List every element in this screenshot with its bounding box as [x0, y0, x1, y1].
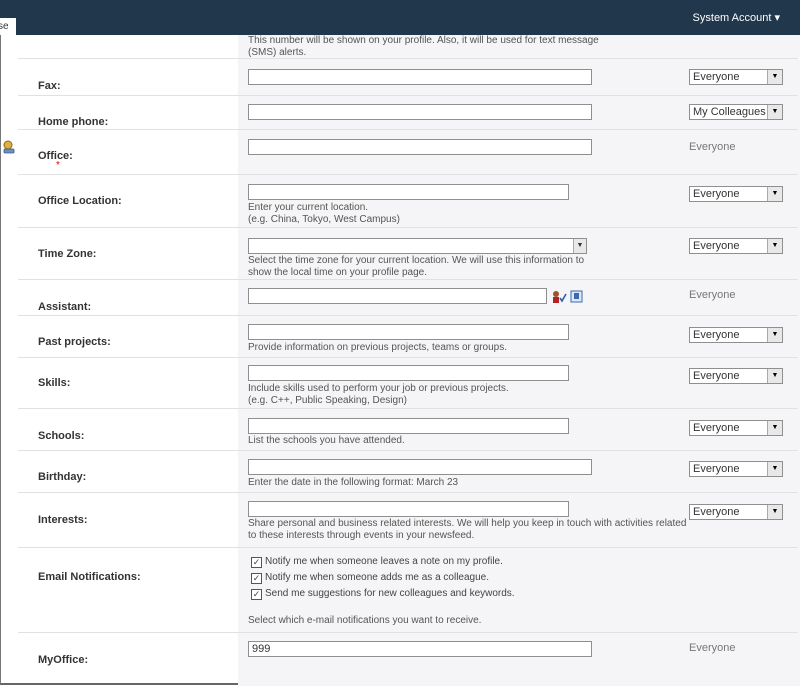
- chevron-down-icon: ▼: [767, 421, 782, 435]
- myoffice-input[interactable]: 999: [248, 641, 592, 657]
- row-time-zone: Time Zone: ▼ Select the time zone for yo…: [18, 227, 800, 280]
- notify-colleague-checkbox[interactable]: ✓ Notify me when someone adds me as a col…: [251, 572, 489, 584]
- past-projects-label: Past projects:: [38, 336, 111, 348]
- chevron-down-icon: ▼: [767, 369, 782, 383]
- chevron-down-icon: ▼: [573, 239, 586, 253]
- birthday-description: Enter the date in the following format: …: [248, 477, 459, 488]
- check-names-icon[interactable]: [551, 290, 567, 304]
- row-assistant: Assistant: Everyone: [18, 279, 800, 316]
- suggestions-checkbox[interactable]: ✓ Send me suggestions for new colleagues …: [251, 588, 515, 600]
- skills-description: Include skills used to perform your job …: [248, 383, 509, 406]
- notify-note-checkbox[interactable]: ✓ Notify me when someone leaves a note on…: [251, 556, 503, 568]
- row-email-notifications: Email Notifications: ✓ Notify me when som…: [18, 547, 800, 633]
- skills-privacy-select[interactable]: Everyone ▼: [689, 368, 783, 384]
- past-projects-input[interactable]: [248, 324, 569, 340]
- skills-input[interactable]: [248, 365, 569, 381]
- office-location-privacy-select[interactable]: Everyone ▼: [689, 186, 783, 202]
- schools-privacy-select[interactable]: Everyone ▼: [689, 420, 783, 436]
- email-notifications-description: Select which e-mail notifications you wa…: [248, 615, 482, 626]
- ribbon-tab[interactable]: se: [0, 18, 16, 36]
- office-input[interactable]: [248, 139, 592, 155]
- row-birthday: Birthday: Enter the date in the followin…: [18, 450, 800, 493]
- required-asterisk: *: [56, 160, 60, 171]
- myoffice-privacy: Everyone: [689, 642, 736, 654]
- time-zone-description: Select the time zone for your current lo…: [248, 255, 585, 278]
- office-location-label: Office Location:: [38, 195, 122, 207]
- row-mobile-phone: This number will be shown on your profil…: [18, 35, 800, 58]
- interests-privacy-select[interactable]: Everyone ▼: [689, 504, 783, 520]
- interests-description: Share personal and business related inte…: [248, 518, 687, 541]
- schools-input[interactable]: [248, 418, 569, 434]
- home-phone-label: Home phone:: [38, 116, 109, 128]
- birthday-label: Birthday:: [38, 471, 87, 483]
- office-privacy: Everyone: [689, 141, 736, 153]
- chevron-down-icon: ▼: [767, 105, 782, 119]
- chevron-down-icon: ▼: [767, 239, 782, 253]
- birthday-input[interactable]: [248, 459, 592, 475]
- assistant-input[interactable]: [248, 288, 547, 304]
- office-location-input[interactable]: [248, 184, 569, 200]
- row-office-location: Office Location: Enter your current loca…: [18, 174, 800, 228]
- row-schools: Schools: List the schools you have atten…: [18, 408, 800, 451]
- chevron-down-icon: ▼: [767, 505, 782, 519]
- checkbox-checked-icon: ✓: [251, 557, 262, 568]
- row-past-projects: Past projects: Provide information on pr…: [18, 315, 800, 358]
- top-bar: se System Account ▾: [0, 0, 800, 36]
- assistant-label: Assistant:: [38, 301, 92, 313]
- checkbox-checked-icon: ✓: [251, 573, 262, 584]
- row-home-phone: Home phone: My Colleagues ▼: [18, 95, 800, 130]
- system-account-menu[interactable]: System Account ▾: [693, 11, 780, 24]
- fax-label: Fax:: [38, 80, 61, 92]
- schools-label: Schools:: [38, 430, 85, 442]
- past-projects-privacy-select[interactable]: Everyone ▼: [689, 327, 783, 343]
- assistant-privacy: Everyone: [689, 289, 736, 301]
- user-info-icon: [3, 140, 15, 154]
- row-myoffice: MyOffice: 999 Everyone: [18, 632, 800, 686]
- chevron-down-icon: ▼: [767, 328, 782, 342]
- fax-privacy-select[interactable]: Everyone ▼: [689, 69, 783, 85]
- mobile-phone-description: This number will be shown on your profil…: [248, 35, 599, 58]
- email-notifications-label: Email Notifications:: [38, 571, 141, 583]
- address-book-icon[interactable]: [570, 290, 583, 303]
- time-zone-label: Time Zone:: [38, 248, 97, 260]
- checkbox-checked-icon: ✓: [251, 589, 262, 600]
- home-phone-privacy-select[interactable]: My Colleagues ▼: [689, 104, 783, 120]
- office-location-description: Enter your current location. (e.g. China…: [248, 202, 400, 225]
- interests-input[interactable]: [248, 501, 569, 517]
- time-zone-privacy-select[interactable]: Everyone ▼: [689, 238, 783, 254]
- chevron-down-icon: ▼: [767, 462, 782, 476]
- chevron-down-icon: ▼: [767, 70, 782, 84]
- interests-label: Interests:: [38, 514, 88, 526]
- row-fax: Fax: Everyone ▼: [18, 58, 800, 96]
- schools-description: List the schools you have attended.: [248, 435, 405, 446]
- home-phone-input[interactable]: [248, 104, 592, 120]
- myoffice-label: MyOffice:: [38, 654, 89, 666]
- birthday-privacy-select[interactable]: Everyone ▼: [689, 461, 783, 477]
- profile-form: This number will be shown on your profil…: [0, 35, 800, 686]
- skills-label: Skills:: [38, 377, 71, 389]
- past-projects-description: Provide information on previous projects…: [248, 342, 508, 353]
- fax-input[interactable]: [248, 69, 592, 85]
- time-zone-select[interactable]: ▼: [248, 238, 587, 254]
- row-interests: Interests: Share personal and business r…: [18, 492, 800, 548]
- chevron-down-icon: ▼: [767, 187, 782, 201]
- row-skills: Skills: Include skills used to perform y…: [18, 357, 800, 409]
- row-office: Office: * Everyone: [3, 129, 800, 175]
